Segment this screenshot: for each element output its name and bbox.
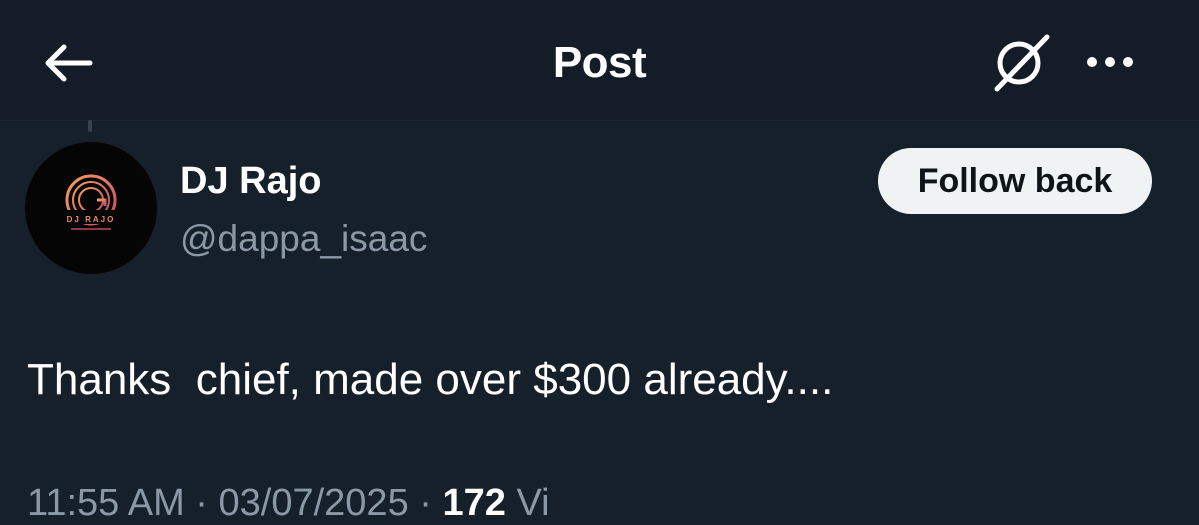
post-text: Thanks chief, made over $300 already.... <box>27 355 834 404</box>
grok-icon <box>994 34 1050 92</box>
top-bar: Post <box>0 0 1199 121</box>
author-display-name[interactable]: DJ Rajo <box>180 160 321 203</box>
views-label: Vi <box>505 482 550 524</box>
follow-back-button[interactable]: Follow back <box>878 148 1152 214</box>
author-handle[interactable]: @dappa_isaac <box>180 218 427 260</box>
dj-rajo-logo: DJ RAJO <box>55 174 127 230</box>
thread-connector <box>88 120 92 132</box>
more-horizontal-icon <box>1087 57 1133 67</box>
meta-separator: · <box>184 482 219 524</box>
post-time[interactable]: 11:55 AM <box>27 482 185 524</box>
more-options-button[interactable] <box>1078 40 1142 84</box>
meta-separator: · <box>408 482 443 524</box>
svg-text:DJ RAJO: DJ RAJO <box>67 215 116 224</box>
grok-button[interactable] <box>985 30 1057 94</box>
avatar[interactable]: DJ RAJO <box>25 142 157 274</box>
post-meta: 11:55 AM · 03/07/2025 · 172 Vi <box>27 482 550 525</box>
post-date[interactable]: 03/07/2025 <box>219 482 409 524</box>
views-count[interactable]: 172 <box>442 482 505 524</box>
